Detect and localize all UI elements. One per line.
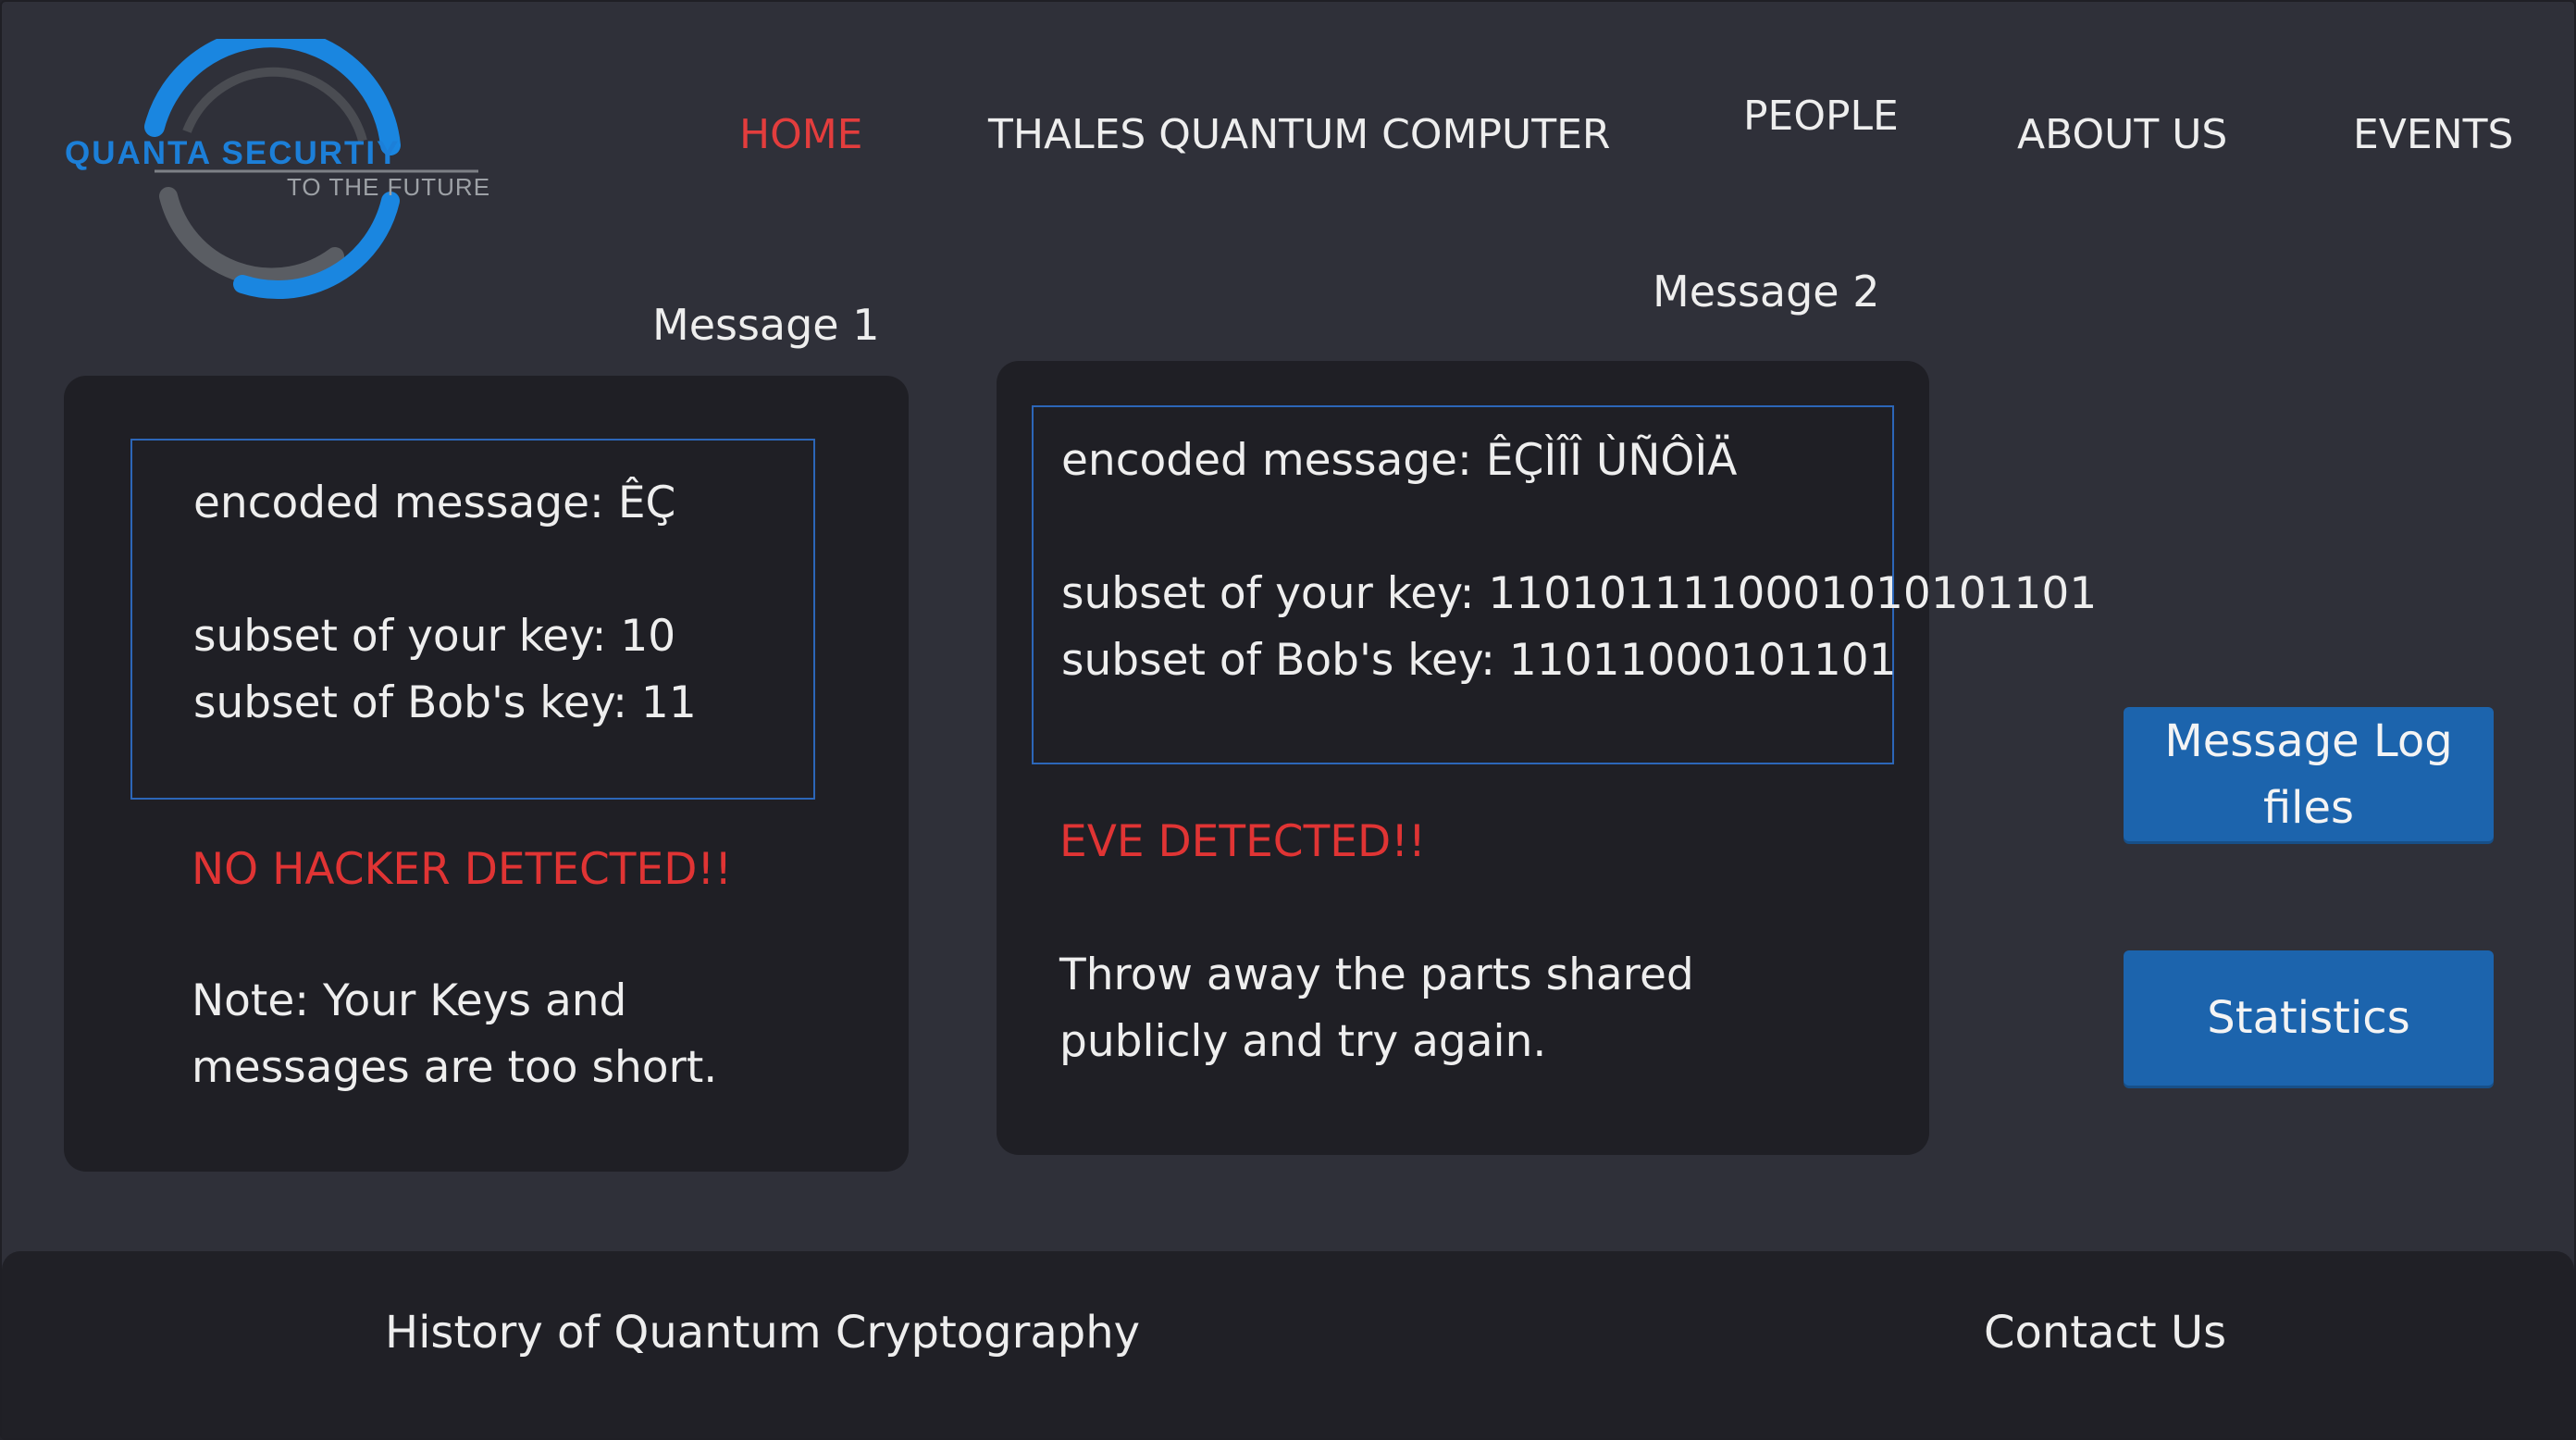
message2-note: Throw away the parts shared publicly and… <box>1059 950 1694 1067</box>
nav-home[interactable]: HOME <box>739 111 862 158</box>
nav-events[interactable]: EVENTS <box>2353 111 2513 158</box>
message1-box: encoded message: ÊÇ subset of your key: … <box>130 439 815 800</box>
message2-card: encoded message: ÊÇÌÎÎ ÙÑÔÌÄ subset of y… <box>997 361 2097 1155</box>
logo-title: QUANTA SECURTIY <box>65 135 401 171</box>
message2-your-key: subset of your key: 11010111100010101011… <box>1061 568 2098 619</box>
message1-caption: Message 1 <box>652 300 880 350</box>
statistics-button[interactable]: Statistics <box>2124 950 2494 1086</box>
message2-status: EVE DETECTED!! <box>1059 816 1426 867</box>
message2-encoded: encoded message: ÊÇÌÎÎ ÙÑÔÌÄ <box>1061 435 1738 486</box>
nav-about-us[interactable]: ABOUT US <box>2017 111 2227 158</box>
message2-caption: Message 2 <box>1653 267 1880 317</box>
message-log-files-button[interactable]: Message Log files <box>2124 707 2494 841</box>
message1-bob-key: subset of Bob's key: 11 <box>193 677 697 728</box>
message1-card: encoded message: ÊÇ subset of your key: … <box>64 376 909 1172</box>
nav-thales-quantum-computer[interactable]: THALES QUANTUM COMPUTER <box>988 111 1610 158</box>
footer-history-link[interactable]: History of Quantum Cryptography <box>385 1307 1140 1359</box>
footer-contact-link[interactable]: Contact Us <box>1984 1307 2226 1359</box>
message1-status: NO HACKER DETECTED!! <box>192 844 733 895</box>
footer: History of Quantum Cryptography Contact … <box>2 1251 2574 1438</box>
app-window: QUANTA SECURTIY TO THE FUTURE HOME THALE… <box>0 0 2576 1440</box>
message2-box: encoded message: ÊÇÌÎÎ ÙÑÔÌÄ subset of y… <box>1032 405 2097 764</box>
message1-your-key: subset of your key: 10 <box>193 611 676 662</box>
logo-subtitle: TO THE FUTURE <box>287 173 491 201</box>
message1-note: Note: Your Keys and messages are too sho… <box>192 975 718 1093</box>
logo[interactable]: QUANTA SECURTIY TO THE FUTURE <box>57 39 492 307</box>
message2-bob-key: subset of Bob's key: 11011000101101 <box>1061 635 1897 686</box>
nav-people[interactable]: PEOPLE <box>1743 93 1899 140</box>
message1-encoded: encoded message: ÊÇ <box>193 478 676 528</box>
